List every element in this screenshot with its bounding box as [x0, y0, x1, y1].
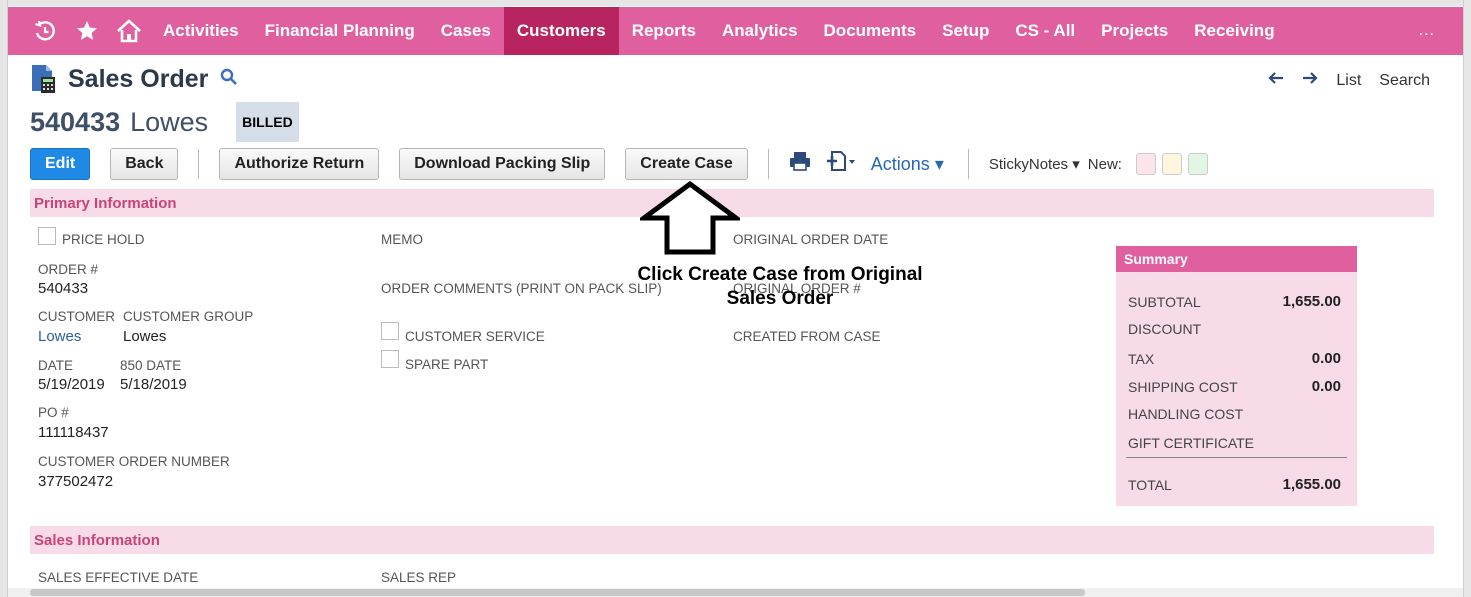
nav-more-menu[interactable]: ... — [1419, 22, 1435, 40]
summary-panel: Summary SUBTOTAL 1,655.00 DISCOUNT TAX 0.0… — [1116, 246, 1357, 506]
annotation-text: Click Create Case from Original Sales Or… — [637, 264, 923, 309]
status-badge: BILLED — [236, 102, 299, 142]
nav-item-setup[interactable]: Setup — [929, 7, 1002, 55]
summary-title: Summary — [1116, 246, 1357, 272]
horizontal-scrollbar[interactable] — [8, 588, 1463, 597]
actions-menu[interactable]: Actions ▾ — [871, 154, 944, 175]
browser-frame: Activities Financial Planning Cases Cust… — [0, 0, 1471, 597]
toolbar-divider — [198, 149, 200, 179]
window-right-edge — [1463, 0, 1471, 597]
sales-rep-label: SALES REP — [381, 570, 457, 585]
window-top-edge — [0, 0, 1471, 6]
order-number-label: ORDER # — [38, 262, 99, 277]
new-note-yellow[interactable] — [1161, 153, 1182, 175]
summary-tax-row: TAX 0.00 — [1128, 350, 1341, 367]
main-nav-bar: Activities Financial Planning Cases Cust… — [8, 7, 1463, 55]
back-arrow-icon[interactable] — [1268, 71, 1284, 90]
nav-item-reports[interactable]: Reports — [619, 7, 709, 55]
header-navigation: List Search — [1250, 71, 1430, 90]
nav-item-customers[interactable]: Customers — [503, 7, 619, 55]
nav-item-analytics[interactable]: Analytics — [709, 7, 811, 55]
record-id: 540433 — [30, 106, 121, 137]
download-packing-slip-button[interactable]: Download Packing Slip — [399, 148, 606, 180]
spare-part-label: SPARE PART — [405, 357, 489, 372]
summary-divider — [1126, 457, 1347, 458]
summary-total-row: TOTAL 1,655.00 — [1128, 476, 1341, 493]
850-date-value: 5/18/2019 — [120, 376, 187, 393]
summary-gift-certificate-row: GIFT CERTIFICATE — [1128, 435, 1255, 451]
forward-arrow-icon[interactable] — [1302, 71, 1318, 90]
edit-button[interactable]: Edit — [30, 148, 91, 180]
record-header: Sales Order List Search 540433 Lowes BIL… — [30, 62, 1430, 142]
toolbar-divider — [767, 149, 769, 179]
memo-label: MEMO — [381, 232, 423, 247]
summary-discount-row: DISCOUNT — [1128, 321, 1202, 337]
spare-part-checkbox[interactable] — [381, 350, 399, 368]
nav-item-financial-planning[interactable]: Financial Planning — [252, 7, 428, 55]
customer-link[interactable]: Lowes — [38, 328, 81, 345]
list-link[interactable]: List — [1336, 72, 1361, 90]
po-number-label: PO # — [38, 405, 69, 420]
customer-service-label: CUSTOMER SERVICE — [405, 329, 545, 344]
search-icon[interactable] — [220, 68, 238, 91]
new-record-dropdown-icon[interactable] — [825, 150, 857, 178]
nav-item-documents[interactable]: Documents — [811, 7, 930, 55]
home-icon[interactable] — [108, 7, 150, 55]
customer-order-number-label: CUSTOMER ORDER NUMBER — [38, 454, 230, 469]
sales-order-icon — [30, 64, 58, 94]
summary-handling-row: HANDLING COST — [1128, 406, 1244, 422]
action-toolbar: Edit Back Authorize Return Download Pack… — [30, 146, 1430, 182]
record-customer-name: Lowes — [130, 106, 209, 137]
star-icon[interactable] — [66, 7, 108, 55]
nav-item-activities[interactable]: Activities — [150, 7, 252, 55]
customer-group-label: CUSTOMER GROUP — [123, 309, 254, 324]
scrollbar-thumb[interactable] — [30, 589, 1085, 596]
original-order-date-label: ORIGINAL ORDER DATE — [733, 232, 889, 247]
customer-label: CUSTOMER — [38, 309, 116, 324]
customer-group-value: Lowes — [123, 328, 167, 345]
new-note-label: New: — [1087, 155, 1122, 173]
date-label: DATE — [38, 358, 74, 373]
new-note-green[interactable] — [1187, 153, 1208, 175]
recent-icon[interactable] — [24, 7, 66, 55]
nav-item-cases[interactable]: Cases — [428, 7, 504, 55]
price-hold-checkbox[interactable] — [38, 227, 56, 245]
toolbar-divider — [967, 149, 969, 179]
price-hold-label: PRICE HOLD — [62, 232, 145, 247]
date-value: 5/19/2019 — [38, 376, 105, 393]
create-case-button[interactable]: Create Case — [625, 148, 748, 180]
po-number-value: 111118437 — [38, 424, 109, 441]
summary-shipping-row: SHIPPING COST 0.00 — [1128, 378, 1341, 395]
customer-service-checkbox[interactable] — [381, 322, 399, 340]
print-icon[interactable] — [789, 151, 811, 177]
nav-item-cs-all[interactable]: CS - All — [1002, 7, 1088, 55]
nav-item-projects[interactable]: Projects — [1088, 7, 1181, 55]
up-arrow-annotation-icon — [636, 180, 744, 255]
page-title: Sales Order — [68, 64, 209, 93]
new-note-pink[interactable] — [1135, 153, 1156, 175]
authorize-return-button[interactable]: Authorize Return — [219, 148, 380, 180]
window-left-edge — [0, 0, 8, 597]
order-number-value: 540433 — [38, 280, 89, 297]
nav-item-receiving[interactable]: Receiving — [1181, 7, 1287, 55]
summary-subtotal-row: SUBTOTAL 1,655.00 — [1128, 293, 1341, 310]
back-button[interactable]: Back — [110, 148, 179, 180]
section-sales-information[interactable]: Sales Information — [30, 526, 1434, 554]
customer-order-number-value: 377502472 — [38, 473, 114, 490]
850-date-label: 850 DATE — [120, 358, 182, 373]
sticky-notes-menu[interactable]: StickyNotes ▾ — [989, 155, 1080, 173]
search-link[interactable]: Search — [1379, 72, 1430, 90]
created-from-case-label: CREATED FROM CASE — [733, 329, 881, 344]
sales-effective-date-label: SALES EFFECTIVE DATE — [38, 570, 199, 585]
